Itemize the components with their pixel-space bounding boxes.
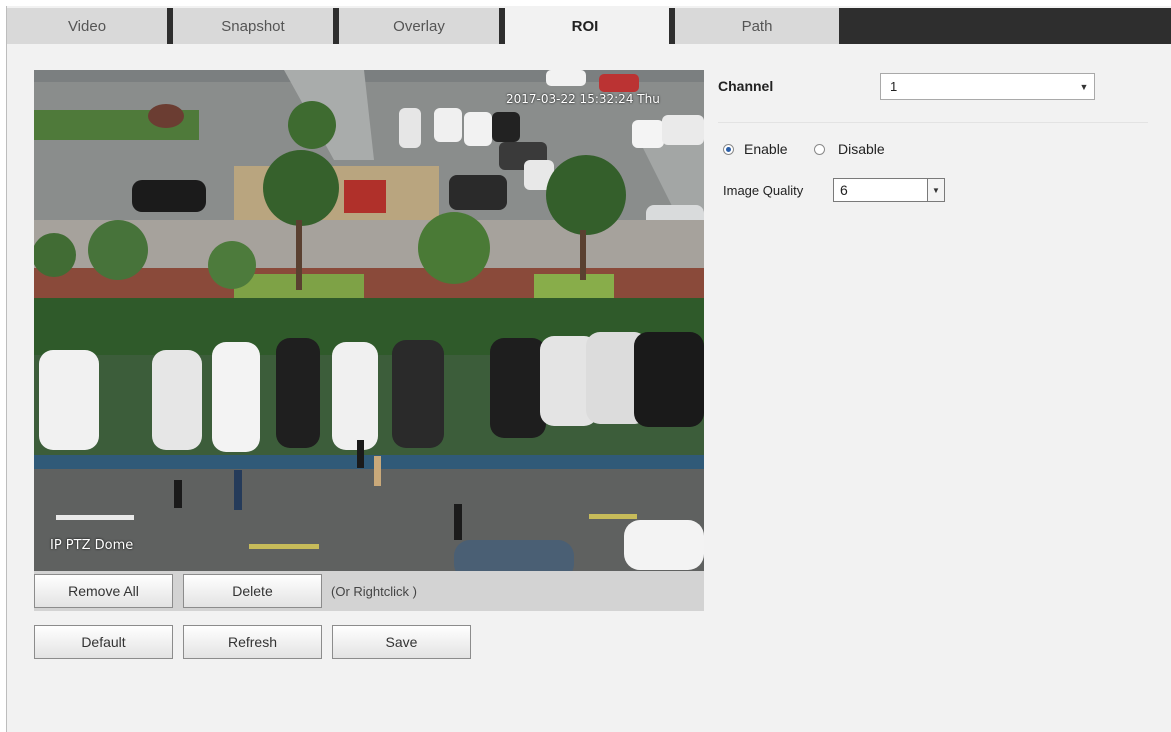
video-frame [34, 70, 704, 571]
default-button[interactable]: Default [34, 625, 173, 659]
image-quality-value: 6 [840, 182, 848, 198]
divider [718, 122, 1148, 123]
rightclick-hint: (Or Rightclick ) [331, 584, 417, 599]
video-preview[interactable]: 2017-03-22 15:32:24 Thu IP PTZ Dome [34, 70, 704, 571]
enable-label: Enable [744, 141, 788, 157]
image-quality-label: Image Quality [723, 183, 804, 198]
refresh-button[interactable]: Refresh [183, 625, 322, 659]
disable-radio[interactable] [814, 144, 825, 155]
tab-path[interactable]: Path [675, 8, 839, 44]
channel-value: 1 [890, 79, 898, 94]
channel-select[interactable]: 1 ▼ [880, 73, 1095, 100]
remove-all-button[interactable]: Remove All [34, 574, 173, 608]
disable-label: Disable [838, 141, 885, 157]
tab-overlay[interactable]: Overlay [339, 8, 499, 44]
tab-bar-filler [839, 8, 1171, 44]
tab-snapshot[interactable]: Snapshot [173, 8, 333, 44]
video-timestamp: 2017-03-22 15:32:24 Thu [506, 92, 660, 106]
save-button[interactable]: Save [332, 625, 471, 659]
image-quality-select[interactable]: 6 ▼ [833, 178, 945, 202]
delete-button[interactable]: Delete [183, 574, 322, 608]
roi-settings-panel: Video Snapshot Overlay ROI Path 2017-03-… [6, 6, 1171, 732]
chevron-down-icon: ▼ [927, 179, 944, 201]
camera-name-overlay: IP PTZ Dome [50, 538, 134, 553]
enable-radio[interactable] [723, 144, 734, 155]
tab-video[interactable]: Video [7, 8, 167, 44]
chevron-down-icon: ▼ [1079, 81, 1089, 92]
tab-bar: Video Snapshot Overlay ROI Path [7, 6, 1171, 44]
tab-roi[interactable]: ROI [505, 8, 665, 44]
channel-label: Channel [718, 78, 774, 94]
